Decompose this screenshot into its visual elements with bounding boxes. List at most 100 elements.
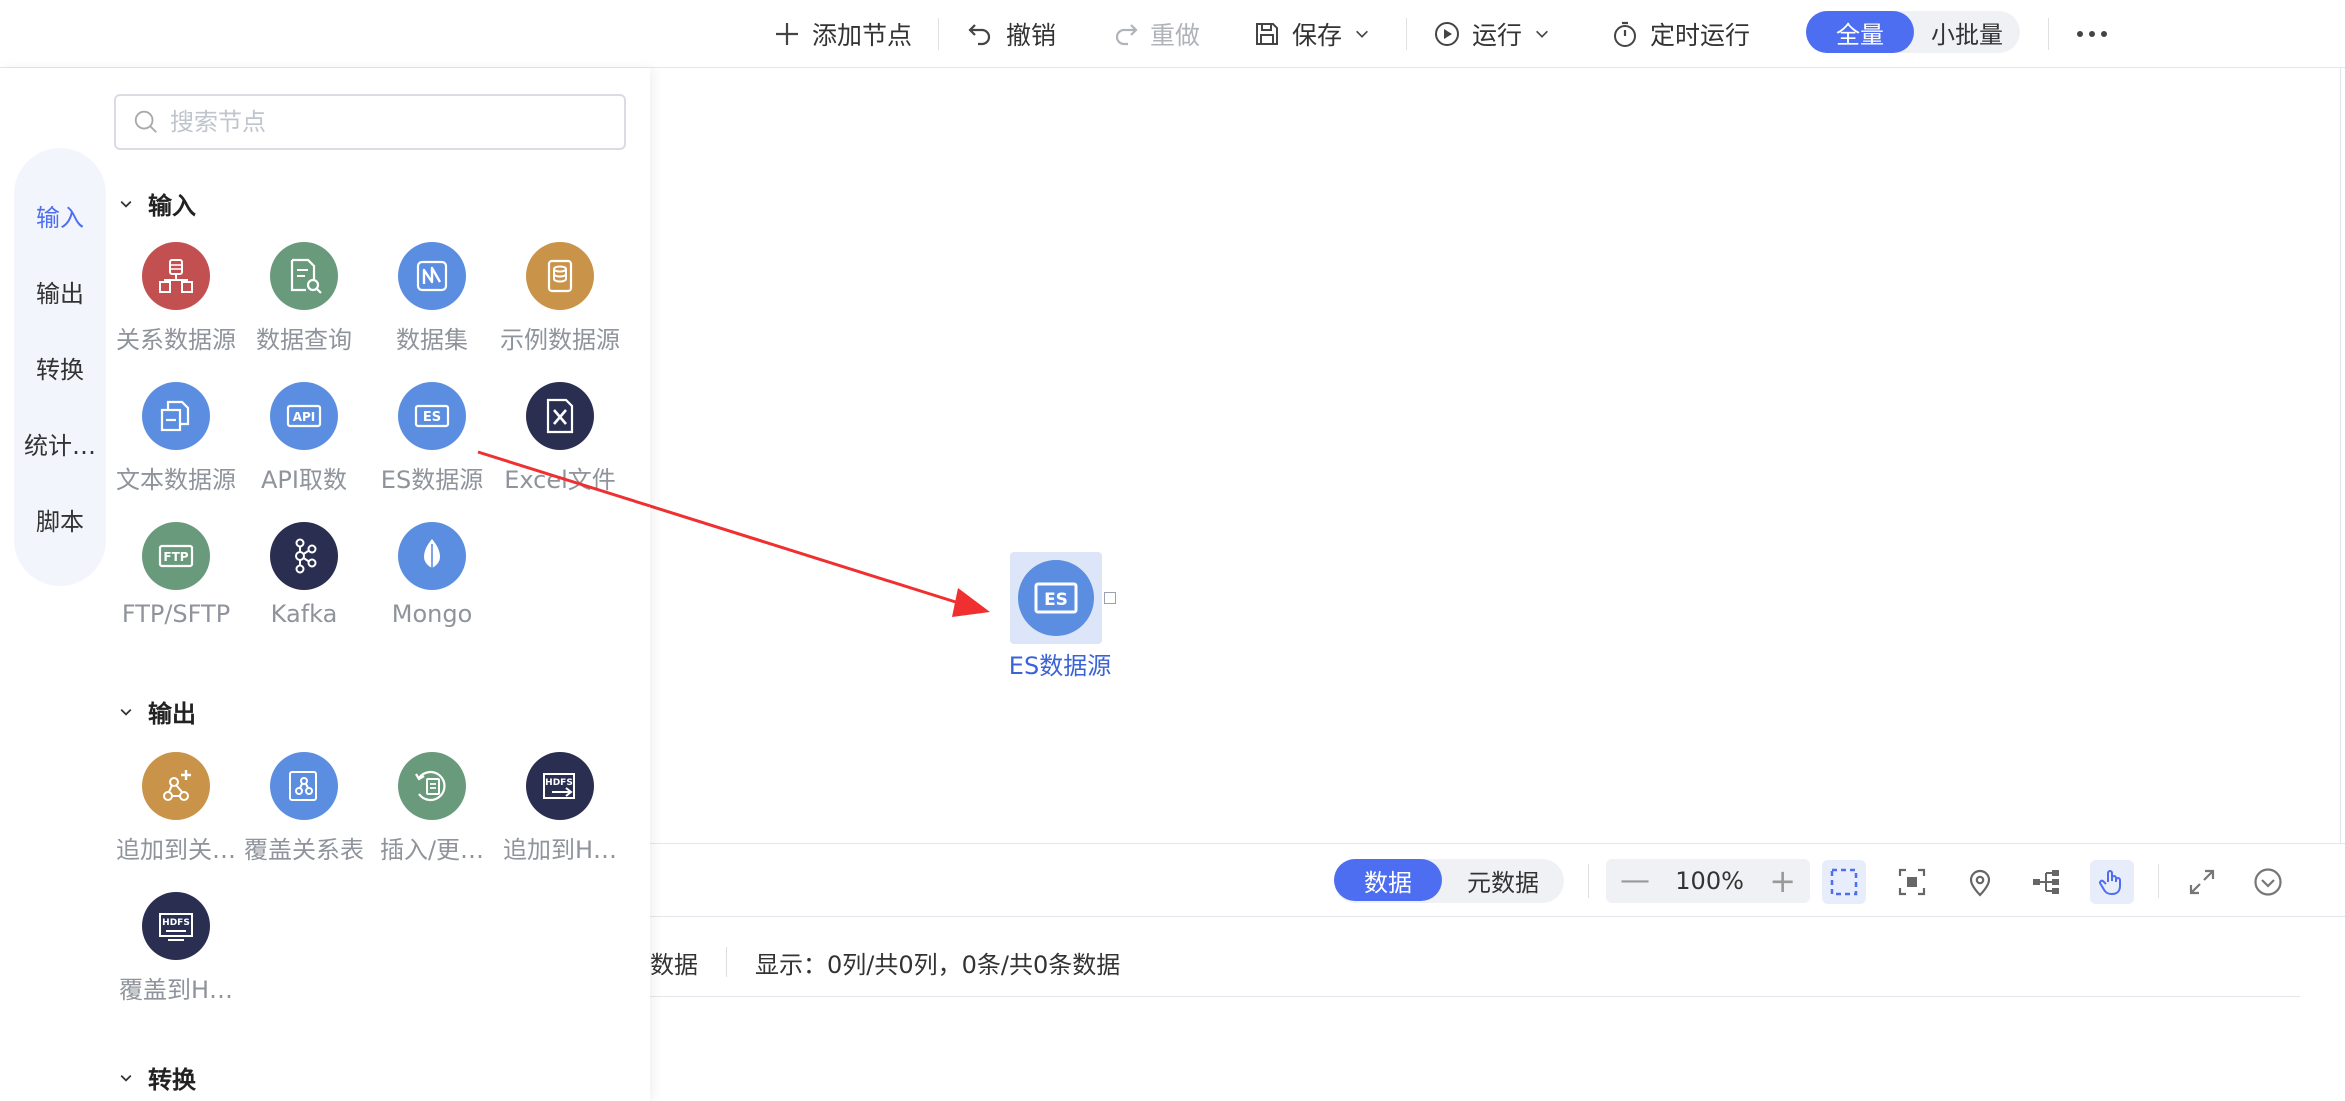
node-relational[interactable]: 关系数据源 — [112, 242, 240, 355]
node-overwrite-hdfs[interactable]: HDFS 覆盖到H… — [112, 892, 240, 1005]
divider — [1588, 864, 1589, 898]
plus-icon — [776, 23, 798, 45]
scheduled-run-label: 定时运行 — [1650, 21, 1751, 50]
node-label: FTP/SFTP — [121, 600, 231, 628]
hdfs-icon: HDFS — [142, 892, 210, 960]
node-label: 关系数据源 — [116, 326, 236, 354]
node-label: API取数 — [261, 466, 347, 494]
hdfs-icon: HDFS — [526, 752, 594, 820]
node-append-relational[interactable]: 追加到关… — [112, 752, 240, 865]
add-node-button[interactable]: 添加节点 — [772, 14, 912, 54]
node-overwrite-table[interactable]: 覆盖关系表 — [240, 752, 368, 865]
more-button[interactable] — [2074, 14, 2110, 54]
canvas-node-label[interactable]: ES数据源 — [990, 646, 1130, 681]
divider — [2158, 864, 2159, 898]
node-upsert[interactable]: 插入/更… — [368, 752, 496, 865]
node-api[interactable]: API API取数 — [240, 382, 368, 495]
output-port[interactable] — [1104, 592, 1116, 604]
search-icon — [134, 110, 157, 133]
layout-button[interactable] — [2024, 860, 2068, 904]
chevron-down-icon — [1356, 30, 1368, 38]
canvas-es-node[interactable]: ES — [1010, 552, 1102, 644]
scheduled-run-button[interactable]: 定时运行 — [1610, 14, 1750, 54]
tab-statistics[interactable]: 统计… — [14, 426, 106, 461]
tab-output[interactable]: 输出 — [14, 274, 106, 309]
hand-icon — [2099, 870, 2121, 896]
es-icon: ES — [398, 382, 466, 450]
sample-db-icon — [526, 242, 594, 310]
node-query[interactable]: 数据查询 — [240, 242, 368, 355]
search-input[interactable] — [170, 108, 610, 136]
chevron-circle-down-icon — [2254, 868, 2282, 896]
chevron-down-icon — [120, 1074, 132, 1082]
chevron-down-icon — [120, 200, 132, 208]
divider — [726, 947, 727, 977]
fullscreen-button[interactable] — [2180, 860, 2224, 904]
run-button[interactable]: 运行 — [1432, 14, 1552, 54]
svg-text:ES: ES — [1044, 590, 1068, 610]
save-icon — [1256, 23, 1278, 45]
node-label: Kafka — [270, 600, 338, 628]
box-select-button[interactable] — [1822, 860, 1866, 904]
tab-script[interactable]: 脚本 — [14, 502, 106, 537]
expand-icon — [2189, 869, 2215, 895]
zoom-in-button[interactable]: + — [1769, 865, 1796, 897]
info-display-text: 显示：0列/共0列，0条/共0条数据 — [755, 950, 1121, 979]
divider — [938, 18, 939, 50]
node-append-hdfs[interactable]: HDFS 追加到H… — [496, 752, 624, 865]
locate-button[interactable] — [1958, 860, 2002, 904]
section-input-header[interactable]: 输入 — [118, 186, 196, 221]
node-ftp[interactable]: FTP FTP/SFTP — [112, 522, 240, 628]
undo-button[interactable]: 撤销 — [966, 14, 1056, 54]
node-sample[interactable]: 示例数据源 — [496, 242, 624, 355]
tab-metadata[interactable]: 元数据 — [1442, 859, 1564, 901]
section-input-title: 输入 — [148, 192, 196, 220]
node-label: Mongo — [391, 600, 473, 628]
chevron-down-icon — [120, 708, 132, 716]
undo-icon — [968, 24, 991, 46]
section-output-header[interactable]: 输出 — [118, 694, 196, 729]
mode-batch-button[interactable]: 小批量 — [1914, 11, 2020, 53]
mode-full-button[interactable]: 全量 — [1806, 11, 1914, 53]
chevron-down-icon — [1536, 30, 1548, 38]
tab-transform[interactable]: 转换 — [14, 350, 106, 385]
fit-view-icon — [1898, 868, 1926, 896]
text-file-icon — [142, 382, 210, 450]
top-toolbar: 添加节点 撤销 重做 保存 运行 定时运行 全量 小批量 — [0, 0, 2345, 68]
svg-text:HDFS: HDFS — [162, 918, 190, 928]
node-label: 文本数据源 — [116, 466, 236, 494]
section-transform-header[interactable]: 转换 — [118, 1060, 196, 1095]
preview-info: 数据 显示：0列/共0列，0条/共0条数据 — [650, 942, 1120, 982]
play-circle-icon — [1435, 22, 1459, 46]
node-kafka[interactable]: Kafka — [240, 522, 368, 628]
database-icon — [142, 242, 210, 310]
node-label: 数据集 — [396, 326, 468, 354]
tab-input[interactable]: 输入 — [14, 198, 106, 233]
kafka-icon — [270, 522, 338, 590]
redo-button[interactable]: 重做 — [1110, 14, 1200, 54]
save-button[interactable]: 保存 — [1252, 14, 1372, 54]
append-graph-icon — [142, 752, 210, 820]
mongo-leaf-icon — [398, 522, 466, 590]
table-header-line — [650, 996, 2300, 997]
node-dataset[interactable]: 数据集 — [368, 242, 496, 355]
node-label: 插入/更… — [379, 836, 485, 864]
node-text[interactable]: 文本数据源 — [112, 382, 240, 495]
svg-text:ES: ES — [423, 410, 441, 425]
overwrite-table-icon — [270, 752, 338, 820]
tab-data[interactable]: 数据 — [1334, 859, 1442, 901]
run-label: 运行 — [1472, 21, 1523, 50]
bottom-toolbar: 数据 元数据 — 100% + — [650, 843, 2345, 917]
add-node-label: 添加节点 — [812, 21, 913, 50]
collapse-panel-button[interactable] — [2246, 860, 2290, 904]
pan-mode-button[interactable] — [2090, 860, 2134, 904]
node-mongo[interactable]: Mongo — [368, 522, 496, 628]
divider — [2048, 18, 2049, 50]
zoom-out-button[interactable]: — — [1620, 866, 1650, 896]
redo-icon — [1115, 24, 1138, 46]
info-data-label: 数据 — [650, 950, 698, 979]
more-dots-icon — [2077, 31, 2107, 37]
timer-icon — [1614, 21, 1636, 47]
fit-view-button[interactable] — [1890, 860, 1934, 904]
redo-label: 重做 — [1150, 21, 1201, 50]
